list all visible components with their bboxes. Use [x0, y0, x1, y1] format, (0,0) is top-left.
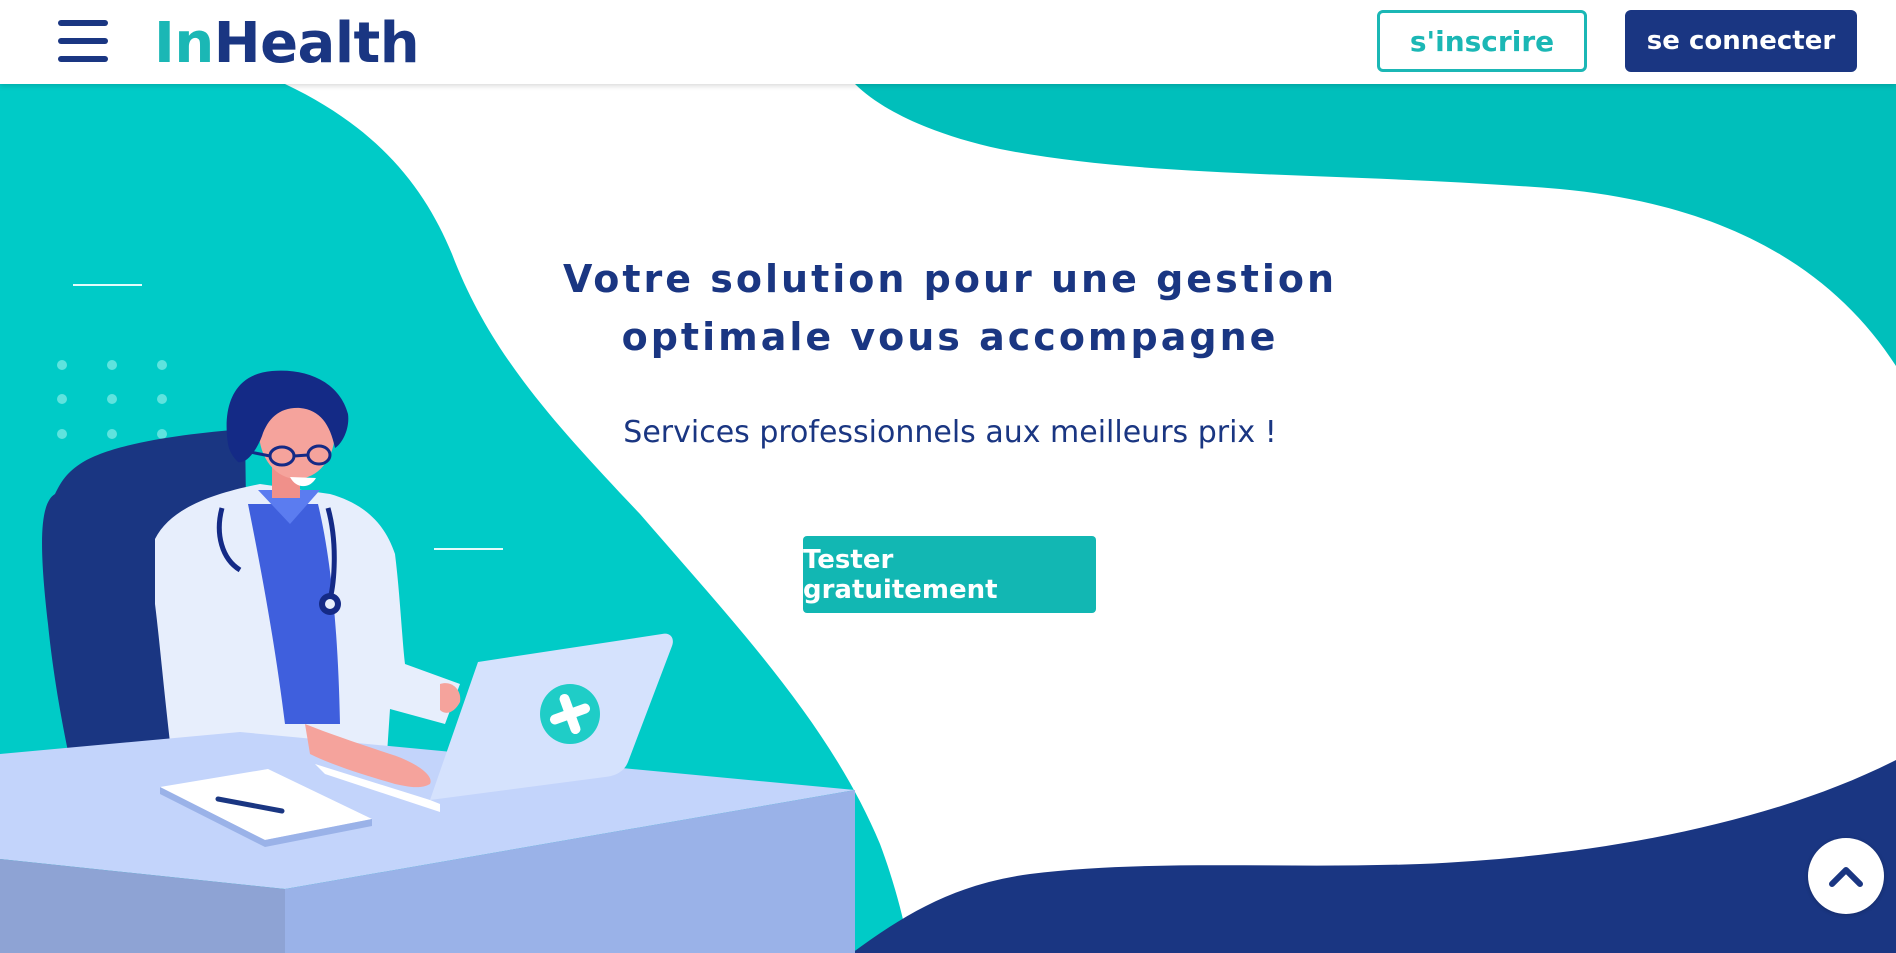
login-button[interactable]: se connecter [1625, 10, 1857, 72]
logo-in: In [154, 11, 214, 76]
medical-cross-icon [540, 684, 600, 744]
top-navbar: InHealth s'inscrire se connecter [0, 0, 1896, 84]
logo-health: Health [213, 11, 420, 76]
menu-bar-bottom [58, 56, 108, 62]
navy-wave-bottom-right [852, 760, 1896, 953]
signup-button[interactable]: s'inscrire [1377, 10, 1587, 72]
menu-bar-middle [58, 38, 108, 44]
hamburger-menu-icon[interactable] [58, 20, 108, 62]
try-free-button[interactable]: Tester gratuitement [803, 536, 1096, 613]
hero-subtitle: Services professionnels aux meilleurs pr… [623, 415, 1277, 450]
brand-logo[interactable]: InHealth [154, 11, 420, 76]
chevron-up-icon [1829, 867, 1863, 887]
hero-background [0, 84, 1896, 953]
menu-bar-top [58, 20, 108, 26]
scroll-to-top-button[interactable] [1808, 838, 1884, 914]
hero-title-line1: Votre solution pour une gestion [562, 257, 1338, 301]
hero-title: Votre solution pour une gestion optimale… [560, 250, 1340, 366]
hero-title-line2: optimale vous accompagne [621, 315, 1279, 359]
